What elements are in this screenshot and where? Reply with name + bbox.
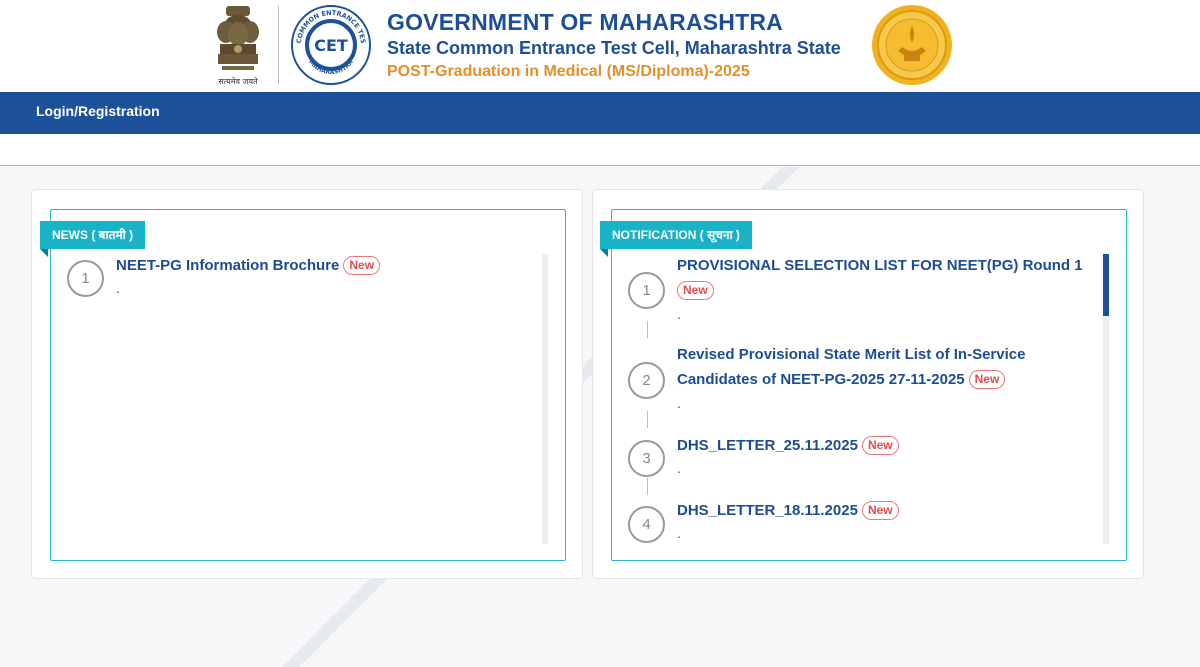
news-item-title[interactable]: NEET-PG Information Brochure [116, 257, 339, 274]
emblem-caption: सत्यमेव जयते [218, 76, 258, 86]
notification-item-number: 2 [628, 362, 665, 399]
login-registration-link[interactable]: Login/Registration [36, 103, 160, 119]
notification-item-title[interactable]: DHS_LETTER_18.11.2025 [677, 502, 858, 519]
timeline-connector [647, 321, 648, 338]
notification-heading: NOTIFICATION ( सूचना ) [600, 221, 752, 257]
notification-item-title[interactable]: PROVISIONAL SELECTION LIST FOR NEET(PG) … [677, 257, 1083, 274]
header-divider [278, 6, 279, 84]
notification-panel: 1 PROVISIONAL SELECTION LIST FOR NEET(PG… [611, 209, 1127, 561]
header-program: POST-Graduation in Medical (MS/Diploma)-… [387, 63, 750, 80]
new-badge: New [968, 370, 1006, 389]
notification-item-number: 1 [628, 272, 665, 309]
national-emblem-icon: सत्यमेव जयते [217, 6, 259, 86]
notification-scroll-thumb[interactable] [1103, 254, 1109, 316]
cet-logo-text: CET [314, 36, 348, 55]
new-badge: New [343, 256, 381, 275]
notification-item-dot: . [677, 306, 681, 322]
top-navbar: Login/Registration [0, 92, 1200, 134]
news-heading: NEWS ( बातमी ) [40, 221, 146, 257]
notification-item-title-line2[interactable]: Candidates of NEET-PG-2025 27-11-2025 [677, 371, 965, 388]
new-badge: New [861, 501, 899, 520]
news-item-dot: . [116, 280, 120, 296]
notification-item-title[interactable]: DHS_LETTER_25.11.2025 [677, 437, 858, 454]
timeline-connector [647, 411, 648, 428]
new-badge: New [861, 436, 899, 455]
site-header: सत्यमेव जयते STATE COMMON ENTRANCE TEST … [0, 0, 1200, 92]
header-spacer [0, 134, 1200, 166]
news-scrollbar[interactable] [542, 254, 548, 544]
notification-item-link[interactable]: Revised Provisional State Merit List of … [677, 342, 1097, 392]
header-title: GOVERNMENT OF MAHARASHTRA [387, 9, 783, 35]
maharashtra-seal-icon [872, 5, 952, 85]
notification-item-link[interactable]: PROVISIONAL SELECTION LIST FOR NEET(PG) … [677, 253, 1097, 303]
cet-logo-icon: STATE COMMON ENTRANCE TEST CELL MAHARASH… [290, 4, 371, 85]
new-badge: New [677, 281, 714, 300]
notification-item-link[interactable]: DHS_LETTER_25.11.2025 New [677, 433, 899, 458]
notification-item-title-line1[interactable]: Revised Provisional State Merit List of … [677, 346, 1025, 363]
news-panel: 1 NEET-PG Information Brochure New . [50, 209, 566, 561]
notification-item-dot: . [677, 395, 681, 411]
timeline-connector [647, 478, 648, 495]
news-item-number: 1 [67, 260, 104, 297]
header-subtitle: State Common Entrance Test Cell, Maharas… [387, 38, 841, 58]
notification-item-dot: . [677, 460, 681, 476]
notification-item-number: 3 [628, 440, 665, 477]
notification-item-dot: . [677, 525, 681, 541]
news-item-link[interactable]: NEET-PG Information Brochure New [116, 253, 381, 278]
notification-item-link[interactable]: DHS_LETTER_18.11.2025 New [677, 498, 899, 523]
notification-item-number: 4 [628, 506, 665, 543]
header-titles: GOVERNMENT OF MAHARASHTRA State Common E… [387, 8, 841, 84]
